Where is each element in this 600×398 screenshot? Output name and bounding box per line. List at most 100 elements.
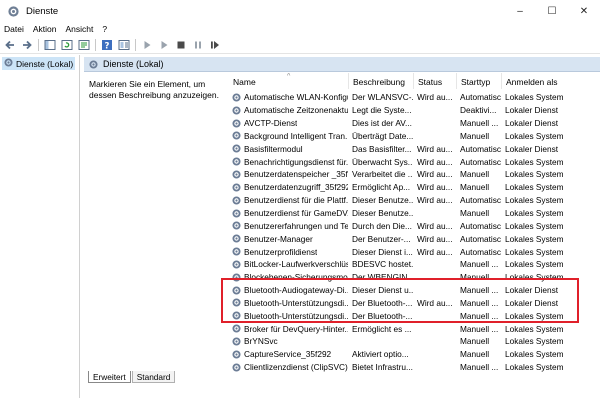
table-row[interactable]: Benutzerdienst für die Plattf... Dieser B… — [229, 194, 600, 207]
service-status: Wird au... — [417, 233, 453, 244]
description-hint: Markieren Sie ein Element, um dessen Bes… — [89, 79, 219, 100]
properties-icon[interactable] — [117, 38, 130, 51]
service-description: Dieser Benutze... — [352, 208, 413, 219]
service-startup-type: Manuell — [460, 336, 490, 347]
service-name-cell: CaptureService_35f292 — [229, 349, 348, 360]
service-startup-type: Automatisch — [460, 220, 501, 231]
table-row[interactable]: Benutzerdatenzugriff_35f292 Ermöglicht Ap… — [229, 181, 600, 194]
service-logon-as: Lokaler Dienst — [505, 285, 559, 296]
back-icon[interactable] — [3, 38, 16, 51]
tree-item-services-local[interactable]: Dienste (Lokal) — [2, 57, 76, 70]
service-startup-type: Manuell ... — [460, 285, 499, 296]
service-description: Der Bluetooth-... — [352, 297, 413, 308]
table-row[interactable]: Bluetooth-Unterstützungsdi... Der Bluetoo… — [229, 297, 600, 310]
service-startup-type: Manuell ... — [460, 323, 499, 334]
service-status: Wird au... — [417, 143, 453, 154]
table-row[interactable]: Benachrichtigungsdienst für... Überwacht … — [229, 155, 600, 168]
service-name-cell: Benutzererfahrungen und Tel... — [229, 220, 348, 231]
column-header-logon-as[interactable]: Anmelden als — [501, 73, 600, 89]
table-row[interactable]: BitLocker-Laufwerkverschlüs... BDESVC hos… — [229, 258, 600, 271]
table-row[interactable]: Background Intelligent Tran... Überträgt … — [229, 130, 600, 143]
restart-service-icon[interactable] — [208, 38, 221, 51]
column-header-name[interactable]: ^ Name — [229, 73, 348, 89]
table-row[interactable]: Benutzerdienst für GameDV... Dieser Benut… — [229, 207, 600, 220]
service-gear-icon — [231, 285, 242, 296]
service-logon-as: Lokales System — [505, 259, 564, 270]
console-tree-icon[interactable] — [43, 38, 56, 51]
service-description: Überträgt Date... — [352, 130, 413, 141]
service-name-cell: Bluetooth-Audiogateway-Di... — [229, 285, 348, 296]
table-row[interactable]: Blockebenen-Sicherungsmo... Der WBENGIN..… — [229, 271, 600, 284]
table-row[interactable]: Bluetooth-Audiogateway-Di... Dieser Diens… — [229, 284, 600, 297]
column-header-description[interactable]: Beschreibung — [348, 73, 413, 89]
table-row[interactable]: Bluetooth-Unterstützungsdi... Der Bluetoo… — [229, 309, 600, 322]
start-service-alt-icon[interactable] — [157, 38, 170, 51]
table-row[interactable]: Broker für DevQuery-Hinter... Ermöglicht … — [229, 322, 600, 335]
table-row[interactable]: Benutzerdatenspeicher _35f... Verarbeitet… — [229, 168, 600, 181]
pause-service-icon[interactable] — [191, 38, 204, 51]
maximize-button[interactable]: ☐ — [536, 0, 568, 22]
start-service-icon[interactable] — [140, 38, 153, 51]
service-gear-icon — [231, 208, 242, 219]
service-startup-type: Manuell — [460, 130, 490, 141]
table-row[interactable]: Benutzererfahrungen und Tel... Durch den … — [229, 219, 600, 232]
column-header-status[interactable]: Status — [413, 73, 456, 89]
forward-icon[interactable] — [20, 38, 33, 51]
service-name: BitLocker-Laufwerkverschlüs... — [244, 259, 348, 270]
service-name-cell: Broker für DevQuery-Hinter... — [229, 323, 348, 334]
service-gear-icon — [231, 297, 242, 308]
toolbar-separator — [95, 38, 96, 51]
table-row[interactable]: CaptureService_35f292 Aktiviert optio... M… — [229, 348, 600, 361]
table-row[interactable]: Automatische Zeitzonenaktu... Legt die Sy… — [229, 104, 600, 117]
service-gear-icon — [231, 105, 242, 116]
service-description: Dieser Dienst u... — [352, 285, 413, 296]
service-logon-as: Lokaler Dienst — [505, 297, 559, 308]
service-name: Bluetooth-Unterstützungsdi... — [244, 310, 348, 321]
menu-ansicht[interactable]: Ansicht — [65, 24, 93, 34]
service-startup-type: Manuell ... — [460, 118, 499, 129]
service-gear-icon — [231, 310, 242, 321]
title-bar: Dienste – ☐ ✕ — [0, 0, 600, 22]
service-logon-as: Lokales System — [505, 272, 564, 283]
service-status: Wird au... — [417, 220, 453, 231]
column-headers: ^ Name Beschreibung Status Starttyp Anme… — [229, 73, 600, 89]
tab-extended[interactable]: Erweitert — [88, 371, 131, 383]
export-list-icon[interactable] — [77, 38, 90, 51]
service-description: Bietet Infrastru... — [352, 362, 413, 373]
service-logon-as: Lokales System — [505, 130, 564, 141]
service-startup-type: Deaktivi... — [460, 105, 497, 116]
help-icon[interactable]: ? — [100, 38, 113, 51]
service-logon-as: Lokales System — [505, 349, 564, 360]
table-row[interactable]: BrYNSvc Manuell Lokales System — [229, 335, 600, 348]
menu-help[interactable]: ? — [102, 24, 107, 34]
tab-standard[interactable]: Standard — [131, 371, 176, 383]
service-name-cell: Background Intelligent Tran... — [229, 130, 348, 141]
column-header-startup-type[interactable]: Starttyp — [456, 73, 501, 89]
table-row[interactable]: Basisfiltermodul Das Basisfilter... Wird a… — [229, 142, 600, 155]
view-tabs: Erweitert Standard — [88, 370, 176, 383]
close-button[interactable]: ✕ — [568, 0, 600, 22]
table-row[interactable]: Benutzer-Manager Der Benutzer-... Wird au.… — [229, 232, 600, 245]
stop-service-icon[interactable] — [174, 38, 187, 51]
table-row[interactable]: AVCTP-Dienst Dies ist der AV... Manuell ..… — [229, 117, 600, 130]
minimize-button[interactable]: – — [504, 0, 536, 22]
table-row[interactable]: Automatische WLAN-Konfigu... Der WLANSVC-… — [229, 91, 600, 104]
service-startup-type: Automatisch — [460, 195, 501, 206]
service-status: Wird au... — [417, 246, 453, 257]
service-gear-icon — [231, 259, 242, 270]
table-row[interactable]: Clientlizenzdienst (ClipSVC) Bietet Infra… — [229, 361, 600, 374]
menu-datei[interactable]: Datei — [4, 24, 24, 34]
service-description: Durch den Die... — [352, 220, 412, 231]
table-row[interactable]: Benutzerprofildienst Dieser Dienst i... Wi… — [229, 245, 600, 258]
service-gear-icon — [231, 195, 242, 206]
service-startup-type: Automatisch — [460, 233, 501, 244]
service-description: Dieser Dienst i... — [352, 246, 413, 257]
refresh-icon[interactable] — [60, 38, 73, 51]
service-name: Bluetooth-Unterstützungsdi... — [244, 297, 348, 308]
service-description: Ermöglicht es ... — [352, 323, 412, 334]
service-name: Benutzerdatenspeicher _35f... — [244, 169, 348, 180]
menu-bar: Datei Aktion Ansicht ? — [0, 22, 600, 36]
menu-aktion[interactable]: Aktion — [33, 24, 57, 34]
service-gear-icon — [231, 143, 242, 154]
service-startup-type: Manuell — [460, 208, 490, 219]
